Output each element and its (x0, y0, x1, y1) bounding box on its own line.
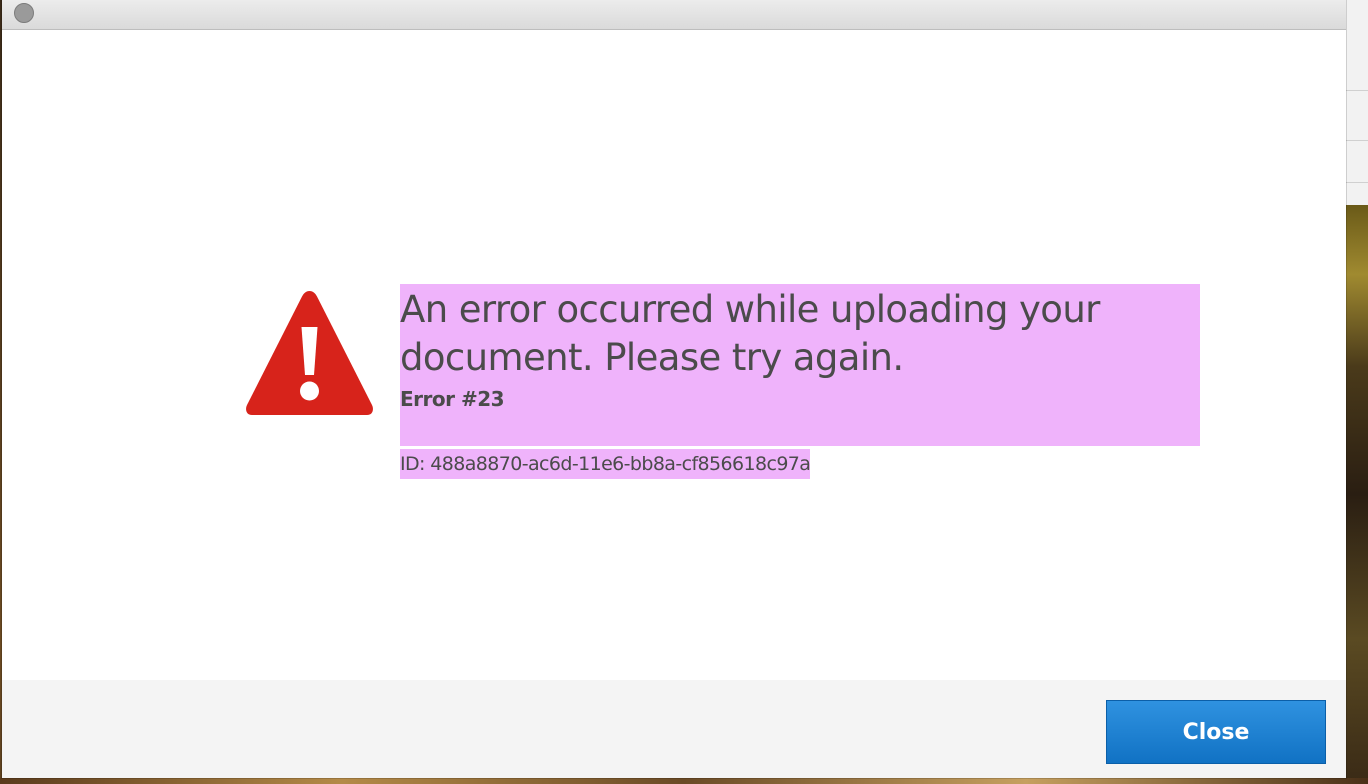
close-button[interactable]: Close (1106, 700, 1326, 764)
error-id: ID: 488a8870-ac6d-11e6-bb8a-cf856618c97a (400, 449, 811, 479)
dialog-content: An error occurred while uploading your d… (2, 30, 1346, 680)
error-dialog: An error occurred while uploading your d… (2, 0, 1346, 778)
dialog-footer: Close (2, 680, 1346, 778)
background-divider (1346, 90, 1368, 91)
background-photo (1346, 205, 1368, 784)
window-close-button[interactable] (14, 3, 34, 23)
error-code: Error #23 (400, 387, 505, 411)
error-headline: An error occurred while uploading your d… (400, 288, 1100, 379)
background-desktop (0, 778, 1368, 784)
title-bar (2, 0, 1346, 30)
background-divider (1346, 140, 1368, 141)
error-message: An error occurred while uploading your d… (400, 284, 1200, 479)
background-divider (1346, 182, 1368, 183)
message-highlight: An error occurred while uploading your d… (400, 284, 1200, 446)
warning-icon (246, 291, 373, 415)
